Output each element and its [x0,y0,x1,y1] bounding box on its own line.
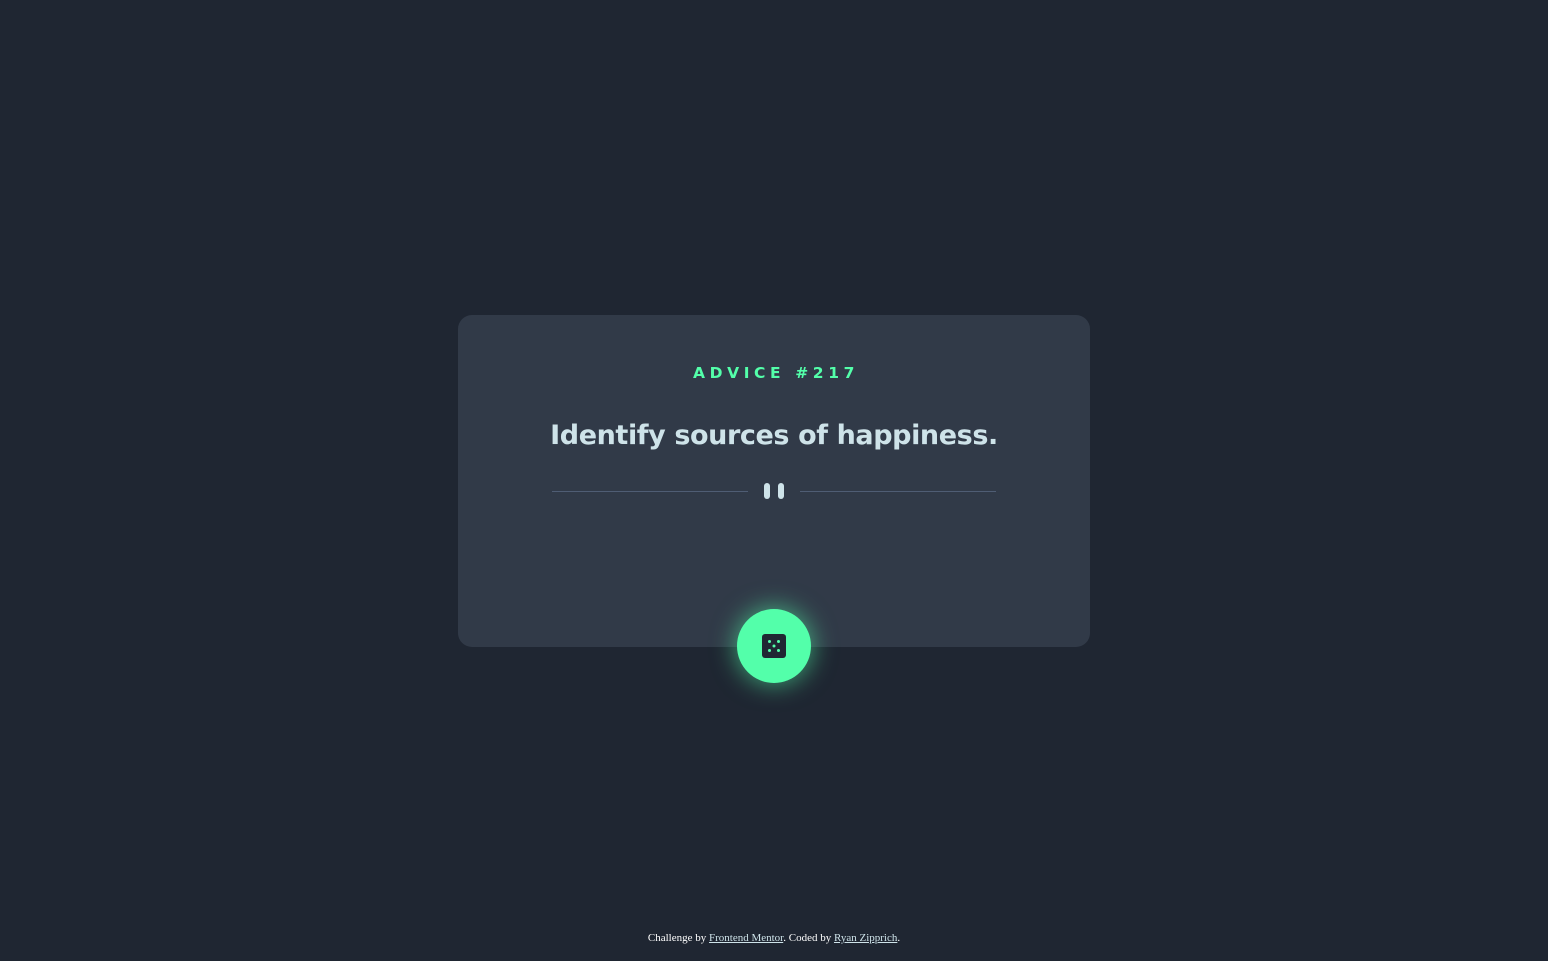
divider-left-line [552,491,748,492]
dice-icon [762,634,786,658]
footer-suffix: . [897,932,901,944]
advice-text: Identify sources of happiness. [550,420,998,451]
footer-prefix: Challenge by [647,932,709,944]
frontend-mentor-link[interactable]: Frontend Mentor [709,932,783,944]
author-link[interactable]: Ryan Zipprich [834,932,897,944]
attribution-footer: Challenge by Frontend Mentor. Coded by R… [0,932,1548,944]
pause-bar-right [778,483,784,499]
pause-bar-left [764,483,770,499]
divider-right-line [800,491,996,492]
new-advice-button[interactable] [737,609,811,683]
footer-middle: . Coded by [783,932,834,944]
advice-id-label: ADVICE #217 [693,364,859,382]
